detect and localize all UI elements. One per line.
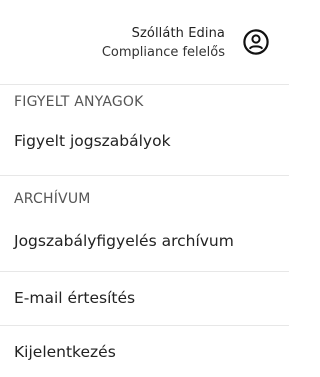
section-title-watched: FIGYELT ANYAGOK [14,94,144,110]
divider [0,325,289,326]
divider [0,175,289,176]
user-circle-icon[interactable] [243,29,269,55]
user-name: Szólláth Edina [131,26,225,41]
menu-item-logout[interactable]: Kijelentkezés [14,343,116,361]
menu-item-archive[interactable]: Jogszabályfigyelés archívum [14,232,234,250]
menu-item-email-notification[interactable]: E-mail értesítés [14,289,135,307]
user-dropdown-menu: Szólláth Edina Compliance felelős FIGYEL… [0,0,289,377]
section-title-archive: ARCHÍVUM [14,191,91,207]
menu-item-watched-laws[interactable]: Figyelt jogszabályok [14,132,171,150]
divider [0,271,289,272]
user-role: Compliance felelős [101,45,225,60]
profile-header: Szólláth Edina Compliance felelős [0,0,289,85]
